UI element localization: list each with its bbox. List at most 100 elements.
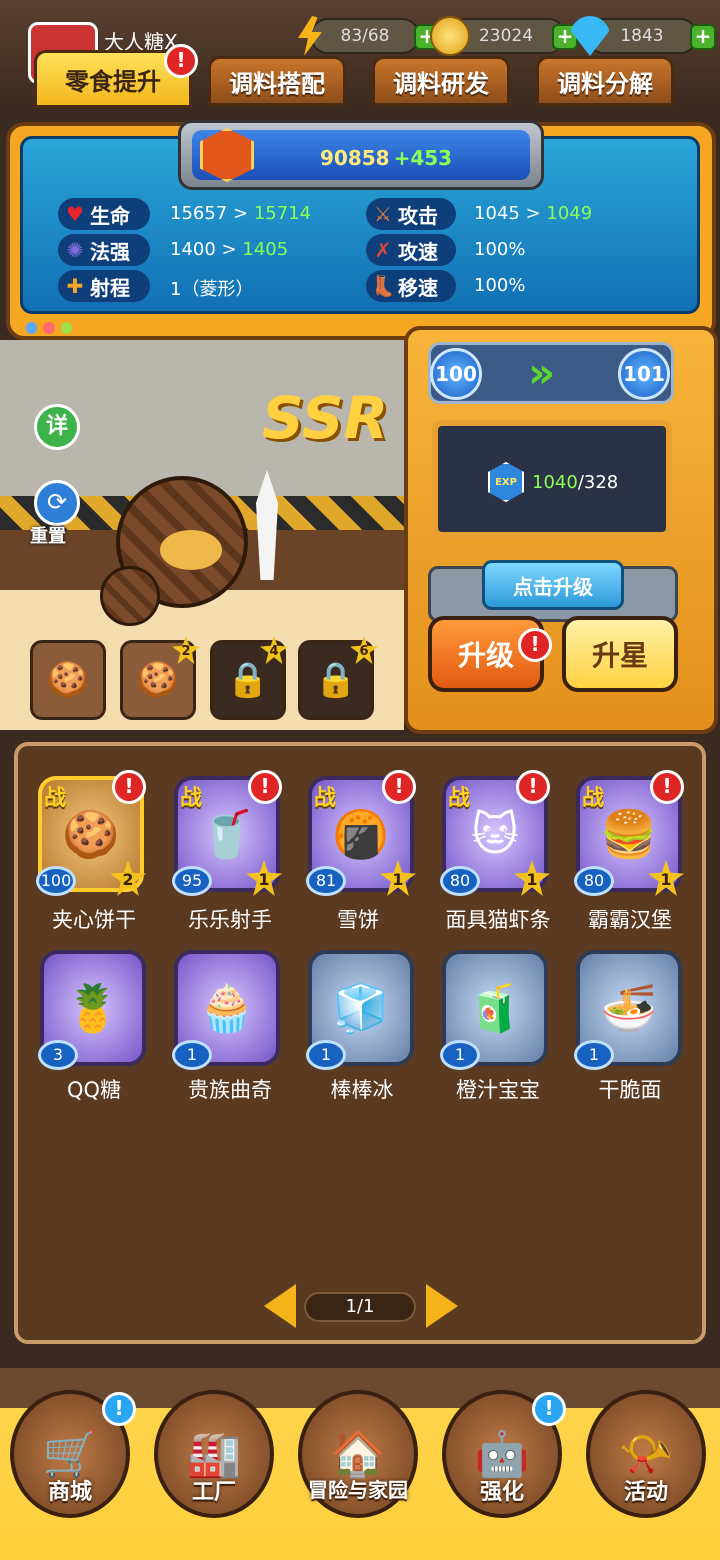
snack-name: 霸霸汉堡 [588,908,672,932]
level-badge: 1 [574,1040,614,1070]
nav-alert-badge: ! [102,1392,136,1426]
stat-label-text: 移速 [398,275,438,300]
tab-label: 调料搭配 [229,69,325,98]
stat-mspd-value: 100% [474,275,526,296]
click-upgrade-button[interactable]: 点击升级 [482,560,624,610]
sword-icon: ⚔ [374,202,392,226]
snack-card-cola-shooter[interactable]: 🥤 战! 95 1 [172,770,282,896]
snack-name: 雪饼 [337,908,379,932]
power-delta: +453 [393,146,453,170]
reset-label: 重置 [30,526,66,547]
snack-card-rice-cracker[interactable]: 🍘 战! 81 1 [306,770,416,896]
snack-name: 夹心饼干 [52,908,136,932]
next-level: 101 [618,348,670,400]
snack-card-sandwich-cookie[interactable]: 🍪 战! 100 2 [36,770,146,896]
skill-slot-1[interactable]: 🍪 [30,640,106,720]
alert-badge: ! [382,770,416,804]
juice-can-icon: 🧃 [466,980,524,1035]
cat-mask-icon: 🐱 [471,807,519,861]
coin-icon [430,16,470,56]
snack-name: 橙汁宝宝 [456,1078,540,1102]
boot-icon: 👢 [370,274,396,298]
skill-cookie-icon: 🍪 [46,660,90,700]
stat-range-value: 1（菱形） [170,279,254,300]
lock-icon: 🔒 [314,660,358,700]
cookie-icon: 🍪 [62,806,120,861]
level-badge: 100 [36,866,76,896]
power-readout: 90858 +453 [320,146,452,170]
snack-name: 乐乐射手 [188,908,272,932]
exp-current: 1040 [532,472,578,493]
snack-card-qq-candy[interactable]: 🍍 3 [38,950,146,1070]
snack-name: 贵族曲奇 [188,1078,272,1102]
snack-name: 棒棒冰 [330,1078,394,1102]
energy-counter: 83/68 [310,18,420,54]
level-badge: 80 [440,866,480,896]
double-arrow-icon: » [528,348,556,397]
tab-label: 调料研发 [393,69,489,98]
level-badge: 1 [440,1040,480,1070]
level-badge: 3 [38,1040,78,1070]
ice-pop-icon: 🧊 [332,980,390,1035]
factory-icon: 🏭 [186,1429,242,1480]
burger-icon: 🍔 [600,806,658,861]
stat-label-text: 射程 [90,275,130,300]
battle-tag: 战 [448,786,471,811]
tab-seasoning-match[interactable]: 调料搭配 [208,56,346,106]
range-cross-icon: ✚ [66,274,84,298]
trumpet-icon: 📯 [618,1429,674,1480]
level-badge: 80 [574,866,614,896]
exp-readout: 1040/328 [532,472,618,493]
snack-card-noble-cookie[interactable]: 🧁 1 [172,950,280,1070]
attack-speed-icon: ✗ [374,238,392,262]
character-face [160,530,222,570]
stat-atk-value: 1045 > 1049 [474,203,593,224]
reset-icon[interactable]: ⟳ [34,480,80,526]
enhance-icon: 🤖 [474,1429,530,1480]
energy-value: 83/68 [340,26,390,46]
stat-hp-value: 15657 > 15714 [170,203,312,224]
star-up-button[interactable]: 升星 [562,616,678,692]
snack-card-orange-juice[interactable]: 🧃 1 [440,950,548,1070]
heart-icon: ♥ [66,202,84,226]
snack-card-cat-shrimp-chips[interactable]: 🐱 战! 80 1 [440,770,550,896]
add-gems-button[interactable]: + [690,24,716,50]
level-badge: 95 [172,866,212,896]
cookie-shield [100,566,160,626]
coin-value: 23024 [478,26,534,46]
power-value: 90858 [320,146,390,170]
adventure-icon: 🏠 [330,1429,386,1480]
rarity-label: SSR [262,384,389,452]
stat-label-text: 法强 [90,239,130,264]
upgrade-alert-badge: ! [518,628,552,662]
level-badge: 1 [306,1040,346,1070]
tab-alert-badge: ! [164,44,198,78]
snack-name: 面具猫虾条 [445,908,551,932]
battle-tag: 战 [582,786,605,811]
nav-label: 强化 [479,1480,524,1505]
cookie-icon: 🧁 [198,980,256,1035]
indicator-lights [26,322,72,334]
snack-card-ice-pop[interactable]: 🧊 1 [306,950,414,1070]
shop-cart-icon: 🛒 [42,1429,98,1480]
battle-tag: 战 [44,786,67,811]
battle-tag: 战 [314,786,337,811]
stat-magic-value: 1400 > 1405 [170,239,289,260]
nav-label: 工厂 [191,1480,236,1505]
magic-icon: ✺ [66,238,84,262]
tab-seasoning-decompose[interactable]: 调料分解 [536,56,674,106]
nav-label: 活动 [623,1480,668,1505]
battle-tag: 战 [180,786,203,811]
rice-cracker-icon: 🍘 [332,806,390,861]
snack-card-burger[interactable]: 🍔 战! 80 1 [574,770,684,896]
exp-required: /328 [577,472,619,493]
level-badge: 81 [306,866,346,896]
skill-cookie-icon: 🍪 [136,660,180,700]
snack-card-crispy-noodles[interactable]: 🍜 1 [574,950,682,1070]
detail-button[interactable]: 详 [34,404,80,450]
tab-seasoning-research[interactable]: 调料研发 [372,56,510,106]
gem-value: 1843 [620,26,664,46]
alert-badge: ! [650,770,684,804]
stat-label-text: 生命 [90,203,130,228]
snack-name: QQ糖 [66,1078,122,1102]
